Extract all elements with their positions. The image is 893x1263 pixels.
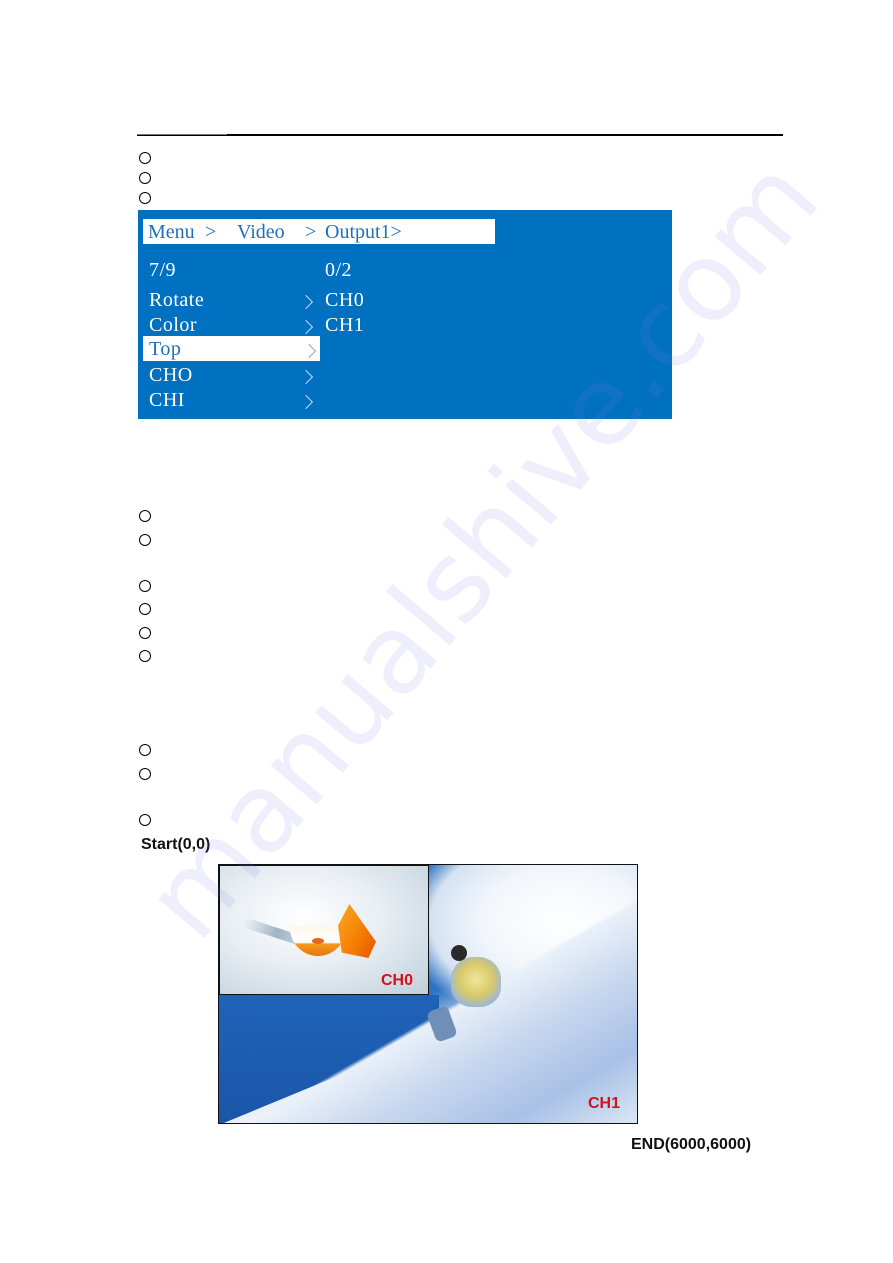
orange-wedge [338,904,376,958]
header-rule [137,134,783,136]
osd-menu-panel: Menu > Video > Output1> 7/9 0/2 Rotate C… [138,210,672,419]
bullet-circle [139,510,151,522]
chevron-right-icon [298,319,314,335]
chevron-right-icon [298,394,314,410]
menu-item-color[interactable]: Color [149,313,197,338]
menu-item-top[interactable]: Top [149,337,181,362]
bullet-circle [139,534,151,546]
osd-breadcrumb: Menu > Video > Output1> [143,219,495,244]
bullet-circle [139,192,151,204]
breadcrumb-item-output1[interactable]: Output1> [325,219,402,246]
ch0-label: CH0 [381,972,414,989]
chevron-right-icon [298,294,314,310]
bullet-circle [139,603,151,615]
bullet-circle [139,152,151,164]
bullet-circle [139,627,151,639]
bullet-circle [139,768,151,780]
bullet-circle [139,744,151,756]
menu-item-cho[interactable]: CHO [149,363,193,388]
ch0-window: CH0 [219,865,429,995]
submenu-item-ch0[interactable]: CH0 [325,288,364,313]
submenu-item-ch1[interactable]: CH1 [325,313,364,338]
ch1-label: CH1 [588,1095,621,1112]
layer-order-illustration: CH0 CH1 [218,864,638,1124]
end-coordinate-label: END(6000,6000) [631,1136,752,1153]
breadcrumb-separator: > [305,221,317,243]
bullet-circle [139,580,151,592]
goldfish [312,938,324,944]
left-page-counter: 7/9 [149,259,177,281]
breadcrumb-item-video[interactable]: Video [237,219,285,246]
snowboarder-figure [451,957,501,1007]
bullet-circle [139,814,151,826]
bullet-circle [139,650,151,662]
bullet-circle [139,172,151,184]
right-page-counter: 0/2 [325,259,353,281]
breadcrumb-item-menu[interactable]: Menu [148,219,195,246]
breadcrumb-separator: > [205,221,217,243]
start-coordinate-label: Start(0,0) [141,836,211,853]
snowboarder-helmet [451,945,467,961]
menu-item-chi[interactable]: CHI [149,388,185,413]
menu-item-rotate[interactable]: Rotate [149,288,204,313]
chevron-right-icon [298,369,314,385]
